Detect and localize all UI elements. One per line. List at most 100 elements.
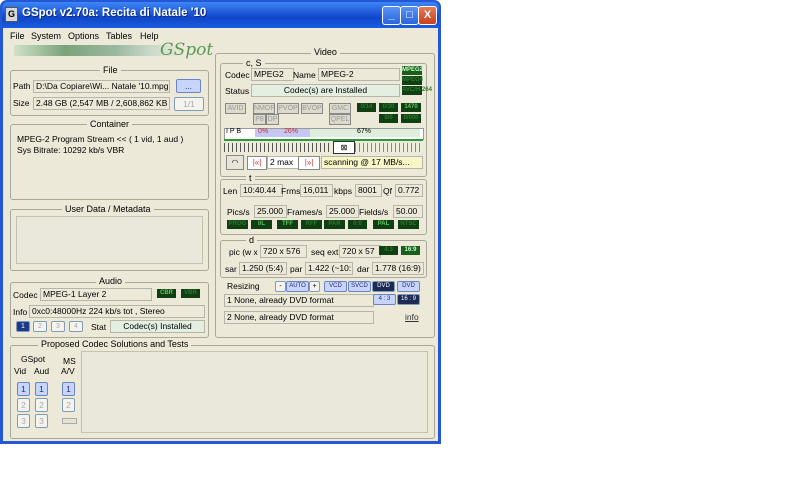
pic-label: pic (w x [229, 247, 258, 257]
menu-bar: File System Options Tables Help [3, 28, 438, 44]
menu-options[interactable]: Options [68, 28, 99, 44]
qf-label: Qf [383, 186, 392, 196]
led-row2-2: 0/000 [401, 114, 421, 123]
aud-col-label: Aud [34, 366, 50, 376]
frames-field: 25.000 [326, 205, 359, 218]
gspot-col-label: GSpot [21, 354, 46, 364]
pct-label-2: 26% [284, 128, 299, 135]
vid-3-button[interactable]: 3 [17, 414, 30, 428]
flag-p8: P8 [253, 114, 266, 125]
video-name-label: Name [293, 70, 316, 80]
nav-max-field[interactable]: 2 max [267, 156, 299, 169]
nav-right-icon[interactable]: |»| [298, 156, 320, 170]
menu-system[interactable]: System [31, 28, 61, 44]
flag-gmc: GMC [329, 103, 351, 114]
resize-dvd2-button[interactable]: DVD [397, 281, 420, 292]
dar-field: 1.778 (16:9) [372, 262, 424, 275]
audio-stream-4-button[interactable]: 4 [69, 321, 83, 332]
video-cs-title: c, S [243, 58, 265, 68]
container-line-2: Sys Bitrate: 10292 kb/s VBR [17, 145, 125, 155]
audio-stat-field: Codec(s) Installed [110, 320, 205, 333]
par-label: par [290, 264, 303, 274]
pct-label-1: 0% [258, 128, 269, 135]
menu-tables[interactable]: Tables [106, 28, 132, 44]
led-il: I/L [251, 220, 272, 229]
nav-left-icon[interactable]: |«| [247, 156, 267, 170]
flag-nmop: NMOP [253, 103, 275, 114]
led-16-9: 16:9 [401, 246, 420, 255]
led-row-2: 0/30 [379, 103, 398, 112]
path-label: Path [13, 81, 31, 91]
container-group-title: Container [87, 119, 133, 129]
led-mpeg4: MPEG4 [402, 76, 424, 85]
seq-label: seq ext [311, 247, 339, 257]
aud-2-button[interactable]: 2 [35, 398, 48, 412]
sar-label: sar [225, 264, 237, 274]
video-codec-label: Codec [225, 70, 250, 80]
close-button[interactable]: X [418, 6, 437, 25]
resize-auto-button[interactable]: AUTO [286, 281, 309, 292]
dar-label: dar [357, 264, 370, 274]
menu-file[interactable]: File [10, 28, 25, 44]
gspot-logo: GSpot [160, 40, 214, 60]
frms-label: Frms [281, 186, 301, 196]
parts-button[interactable]: 1/1 [174, 97, 204, 111]
ms-2-button[interactable]: 2 [62, 398, 75, 412]
audio-stat-label: Stat [91, 322, 107, 332]
led-avc: AVC/H.264 [402, 86, 432, 95]
path-field[interactable]: D:\Da Copiare\Wi... Natale '10.mpg [33, 80, 170, 93]
aspect-16-9-button[interactable]: 16 : 9 [397, 294, 420, 305]
len-label: Len [223, 186, 238, 196]
audio-codec-field: MPEG-1 Layer 2 [40, 288, 152, 301]
audio-info-field: 0xc0:48000Hz 224 kb/s tot , Stereo [29, 305, 205, 318]
audio-stream-2-button[interactable]: 2 [33, 321, 47, 332]
pics-label: Pics/s [227, 207, 250, 217]
video-name-field: MPEG-2 [318, 68, 400, 81]
ms-1-button[interactable]: 1 [62, 382, 75, 396]
proposed-group-title: Proposed Codec Solutions and Tests [38, 339, 192, 349]
vid-col-label: Vid [14, 366, 27, 376]
aud-1-button[interactable]: 1 [35, 382, 48, 396]
kbps-field: 8001 [355, 184, 382, 197]
resize-vcd-button[interactable]: VCD [324, 281, 347, 292]
vid-2-button[interactable]: 2 [17, 398, 30, 412]
par-field: 1.422 (~10: [305, 262, 353, 275]
seq-field: 720 x 57 [339, 245, 381, 258]
led-4-3: 4:3 [379, 246, 398, 255]
qf-field: 0.772 [395, 184, 423, 197]
video-group-title: Video [311, 47, 340, 57]
resize-minus-button[interactable]: - [275, 281, 286, 292]
resize-plus-button[interactable]: + [309, 281, 320, 292]
resize-svcd-button[interactable]: SVCD [348, 281, 371, 292]
led-par: PAR [324, 220, 345, 229]
minimize-button[interactable]: _ [382, 6, 401, 25]
audio-cbr-led: CBR [157, 289, 176, 298]
menu-help[interactable]: Help [140, 28, 159, 44]
audio-stream-3-button[interactable]: 3 [51, 321, 65, 332]
aspect-4-3-button[interactable]: 4 : 3 [373, 294, 396, 305]
info-link[interactable]: info [405, 312, 419, 322]
scan-marker-icon: ⊠ [333, 141, 355, 154]
resizing-label: Resizing [227, 281, 260, 291]
maximize-button[interactable]: □ [400, 6, 419, 25]
audio-vbr-led: VBR [181, 289, 200, 298]
led-00: 0:0 [348, 220, 367, 229]
resize-dvd-button[interactable]: DVD [372, 281, 395, 292]
resize-line-1: 1 None, already DVD format [224, 294, 374, 307]
scan-icon[interactable]: ◠ [226, 155, 244, 170]
fields-field: 50.00 [393, 205, 423, 218]
video-status-label: Status [225, 86, 250, 96]
fields-label: Fields/s [359, 207, 389, 217]
vid-1-button[interactable]: 1 [17, 382, 30, 396]
kbps-label: kbps [334, 186, 352, 196]
frame-types-label: I P B [226, 128, 242, 135]
scanning-status: scanning @ 17 MB/s... [321, 156, 423, 169]
audio-stream-1-button[interactable]: 1 [16, 321, 30, 332]
browse-button[interactable]: ... [176, 79, 201, 93]
bitrate-scan-bar [224, 143, 332, 152]
proposed-results-box [81, 351, 428, 433]
video-t-title: t [246, 173, 255, 183]
user-data-group-title: User Data / Metadata [62, 204, 154, 214]
ms-col-label: MS [63, 356, 76, 366]
aud-3-button[interactable]: 3 [35, 414, 48, 428]
